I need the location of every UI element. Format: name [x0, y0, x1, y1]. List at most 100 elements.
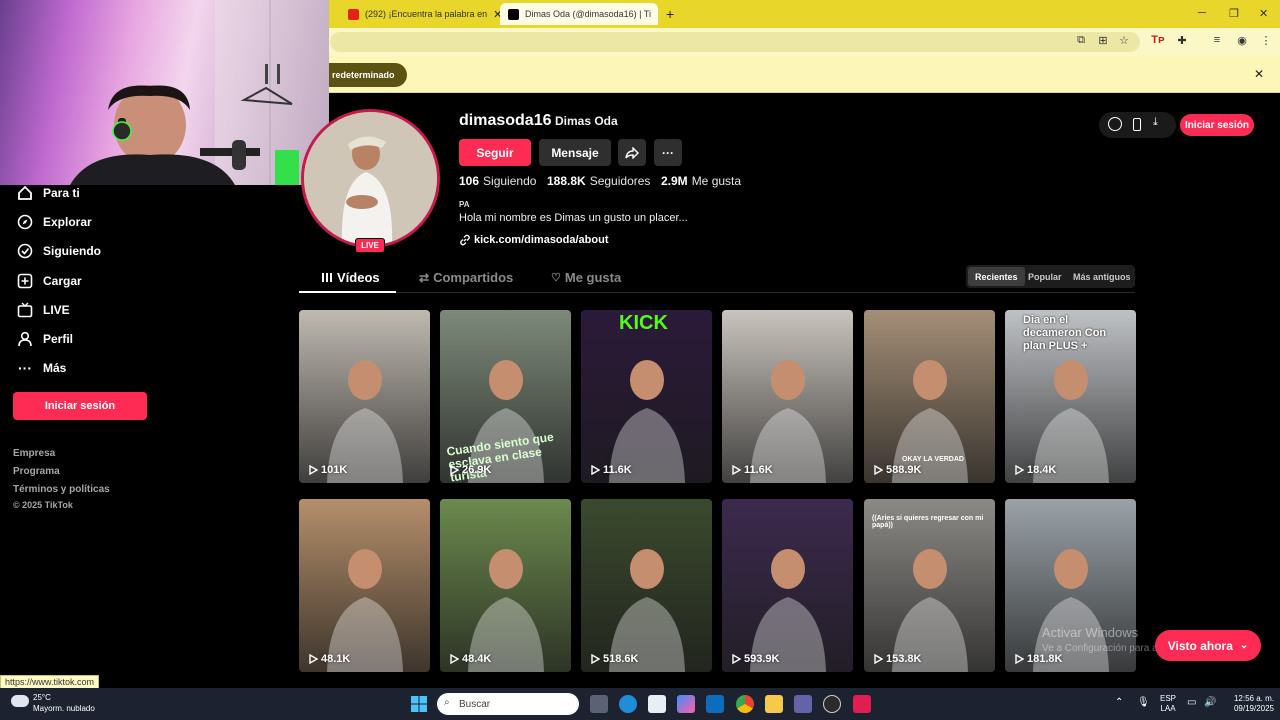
close-icon[interactable]: ✕ [651, 8, 658, 21]
browser-tab-youtube[interactable]: (292) ¡Encuentra la palabra en ✕ [340, 3, 500, 25]
download-icon[interactable]: ⤓ [1153, 116, 1158, 129]
message-button[interactable]: Mensaje [539, 139, 611, 166]
mobile-icon[interactable] [1133, 118, 1141, 131]
footer-link-company[interactable]: Empresa [13, 448, 55, 459]
kebab-menu-icon[interactable]: ⋮ [1258, 34, 1274, 47]
following-stat[interactable]: 106 Siguiendo [459, 174, 536, 188]
follow-button[interactable]: Seguir [459, 139, 531, 166]
video-card[interactable]: KICK 11.6K [581, 310, 712, 483]
video-thumbnail-image [750, 549, 826, 672]
extensions-puzzle-icon[interactable]: ✚ [1174, 34, 1190, 47]
video-overlay-text: KICK [619, 312, 668, 334]
video-card[interactable]: 101K [299, 310, 430, 483]
teams-icon[interactable] [794, 695, 812, 713]
video-card[interactable]: 518.6K [581, 499, 712, 672]
tab-reposts[interactable]: ⇄ Compartidos [419, 270, 513, 285]
sort-popular-button[interactable]: Popular [1021, 267, 1069, 286]
sidebar-item-more[interactable]: ··· Más [16, 357, 66, 379]
header-login-button[interactable]: Iniciar sesión [1180, 114, 1254, 136]
address-bar[interactable] [330, 32, 1140, 52]
video-card[interactable]: Dia en el decameron Con plan PLUS + 18.4K [1005, 310, 1136, 483]
network-icon[interactable]: ▭ [1187, 698, 1196, 708]
clock[interactable]: 12:56 a. m. 09/19/2025 [1224, 694, 1274, 714]
close-icon[interactable]: ✕ [1254, 67, 1264, 81]
sort-recent-button[interactable]: Recientes [968, 267, 1025, 286]
activate-windows-title: Activar Windows [1042, 625, 1139, 640]
video-card[interactable]: 48.1K [299, 499, 430, 672]
video-overlay-text: Dia en el decameron Con plan PLUS + [1023, 314, 1107, 352]
edge-icon[interactable] [619, 695, 637, 713]
footer-link-terms[interactable]: Términos y políticas [13, 484, 110, 495]
likes-label: Me gusta [691, 174, 742, 188]
translate-icon[interactable]: ⊞ [1095, 34, 1111, 47]
new-tab-button[interactable]: + [662, 3, 678, 25]
footer-link-program[interactable]: Programa [13, 466, 60, 477]
play-icon [874, 654, 883, 664]
repost-icon: ⇄ [419, 270, 430, 285]
sidebar-item-upload[interactable]: Cargar [16, 270, 82, 292]
sidebar-item-explore[interactable]: Explorar [16, 211, 92, 233]
clock-time: 12:56 a. m. [1233, 694, 1274, 703]
tab-videos[interactable]: Vídeos [322, 270, 380, 285]
sidebar-login-button[interactable]: Iniciar sesión [13, 392, 147, 420]
taskbar-search-input[interactable]: ⌕ Buscar [437, 693, 579, 715]
close-icon[interactable]: ✕ [487, 8, 500, 21]
minimize-icon[interactable]: ─ [1198, 7, 1206, 19]
video-card[interactable]: 48.4K [440, 499, 571, 672]
profile-link[interactable]: kick.com/dimasoda/about [459, 234, 608, 246]
file-explorer-icon[interactable] [765, 695, 783, 713]
video-card[interactable]: ((Aries si quieres regresar con mi papá)… [864, 499, 995, 672]
outlook-icon[interactable] [706, 695, 724, 713]
browser-tab-tiktok[interactable]: Dimas Oda (@dimasoda16) | Ti ✕ [500, 3, 658, 25]
sidebar-item-label: Siguiendo [43, 244, 101, 258]
live-icon [16, 301, 34, 319]
sidebar-item-for-you[interactable]: Para ti [16, 182, 80, 204]
share-button[interactable] [618, 139, 646, 166]
view-count-value: 153.8K [886, 653, 922, 665]
windows-start-icon[interactable] [411, 696, 427, 712]
obs-icon[interactable] [823, 695, 841, 713]
volume-icon[interactable]: 🔊 [1204, 698, 1216, 708]
tab-label: Me gusta [564, 270, 622, 285]
weather-description[interactable]: Mayorm. nublado [33, 704, 95, 713]
profile-avatar[interactable] [301, 109, 440, 248]
watch-now-button[interactable]: Visto ahora ⌄ [1155, 630, 1261, 661]
play-icon [450, 654, 459, 664]
sidebar-item-live[interactable]: LIVE [16, 299, 70, 321]
extension-red-icon[interactable]: Tᴘ [1150, 34, 1166, 46]
copilot-icon[interactable] [677, 695, 695, 713]
tray-chevron-up-icon[interactable]: ⌃ [1115, 698, 1123, 708]
link-icon [460, 234, 470, 246]
microphone-icon[interactable]: 🎙 [1137, 698, 1150, 708]
weather-cloud-icon[interactable] [11, 695, 29, 707]
tiktok-app-icon[interactable] [853, 695, 871, 713]
install-icon[interactable]: ⧉ [1073, 34, 1089, 47]
language-indicator[interactable]: ESP LAA [1160, 694, 1176, 714]
chrome-icon[interactable] [736, 695, 754, 713]
info-bar-button[interactable]: redeterminado [318, 63, 407, 87]
sort-oldest-button[interactable]: Más antiguos [1066, 267, 1138, 286]
media-control-icon[interactable]: ≡ [1209, 34, 1225, 46]
followers-stat[interactable]: 188.8K Seguidores [547, 174, 650, 188]
sidebar-item-following[interactable]: Siguiendo [16, 240, 101, 262]
weather-temperature[interactable]: 25°C [33, 693, 51, 702]
live-badge[interactable]: LIVE [355, 238, 385, 253]
store-icon[interactable] [648, 695, 666, 713]
restore-icon[interactable]: ❐ [1229, 7, 1239, 20]
view-count-value: 588.9K [886, 464, 922, 476]
more-options-button[interactable]: ··· [654, 139, 682, 166]
video-card[interactable]: 593.9K [722, 499, 853, 672]
video-card[interactable]: 11.6K [722, 310, 853, 483]
video-card[interactable]: Cuando siento que esclava en clase turis… [440, 310, 571, 483]
tab-title: Dimas Oda (@dimasoda16) | Ti [525, 9, 652, 19]
bookmark-star-icon[interactable]: ☆ [1116, 34, 1132, 47]
task-view-icon[interactable] [590, 695, 608, 713]
sidebar-item-profile[interactable]: Perfil [16, 328, 73, 350]
account-avatar-icon[interactable]: ◉ [1234, 34, 1250, 47]
view-count-value: 518.6K [603, 653, 639, 665]
view-count-value: 26.9K [462, 464, 492, 476]
coin-icon[interactable] [1108, 117, 1122, 131]
tab-liked[interactable]: ♡ Me gusta [551, 270, 621, 285]
video-card[interactable]: OKAY LA VERDAD 588.9K [864, 310, 995, 483]
close-window-icon[interactable]: ✕ [1259, 7, 1268, 20]
